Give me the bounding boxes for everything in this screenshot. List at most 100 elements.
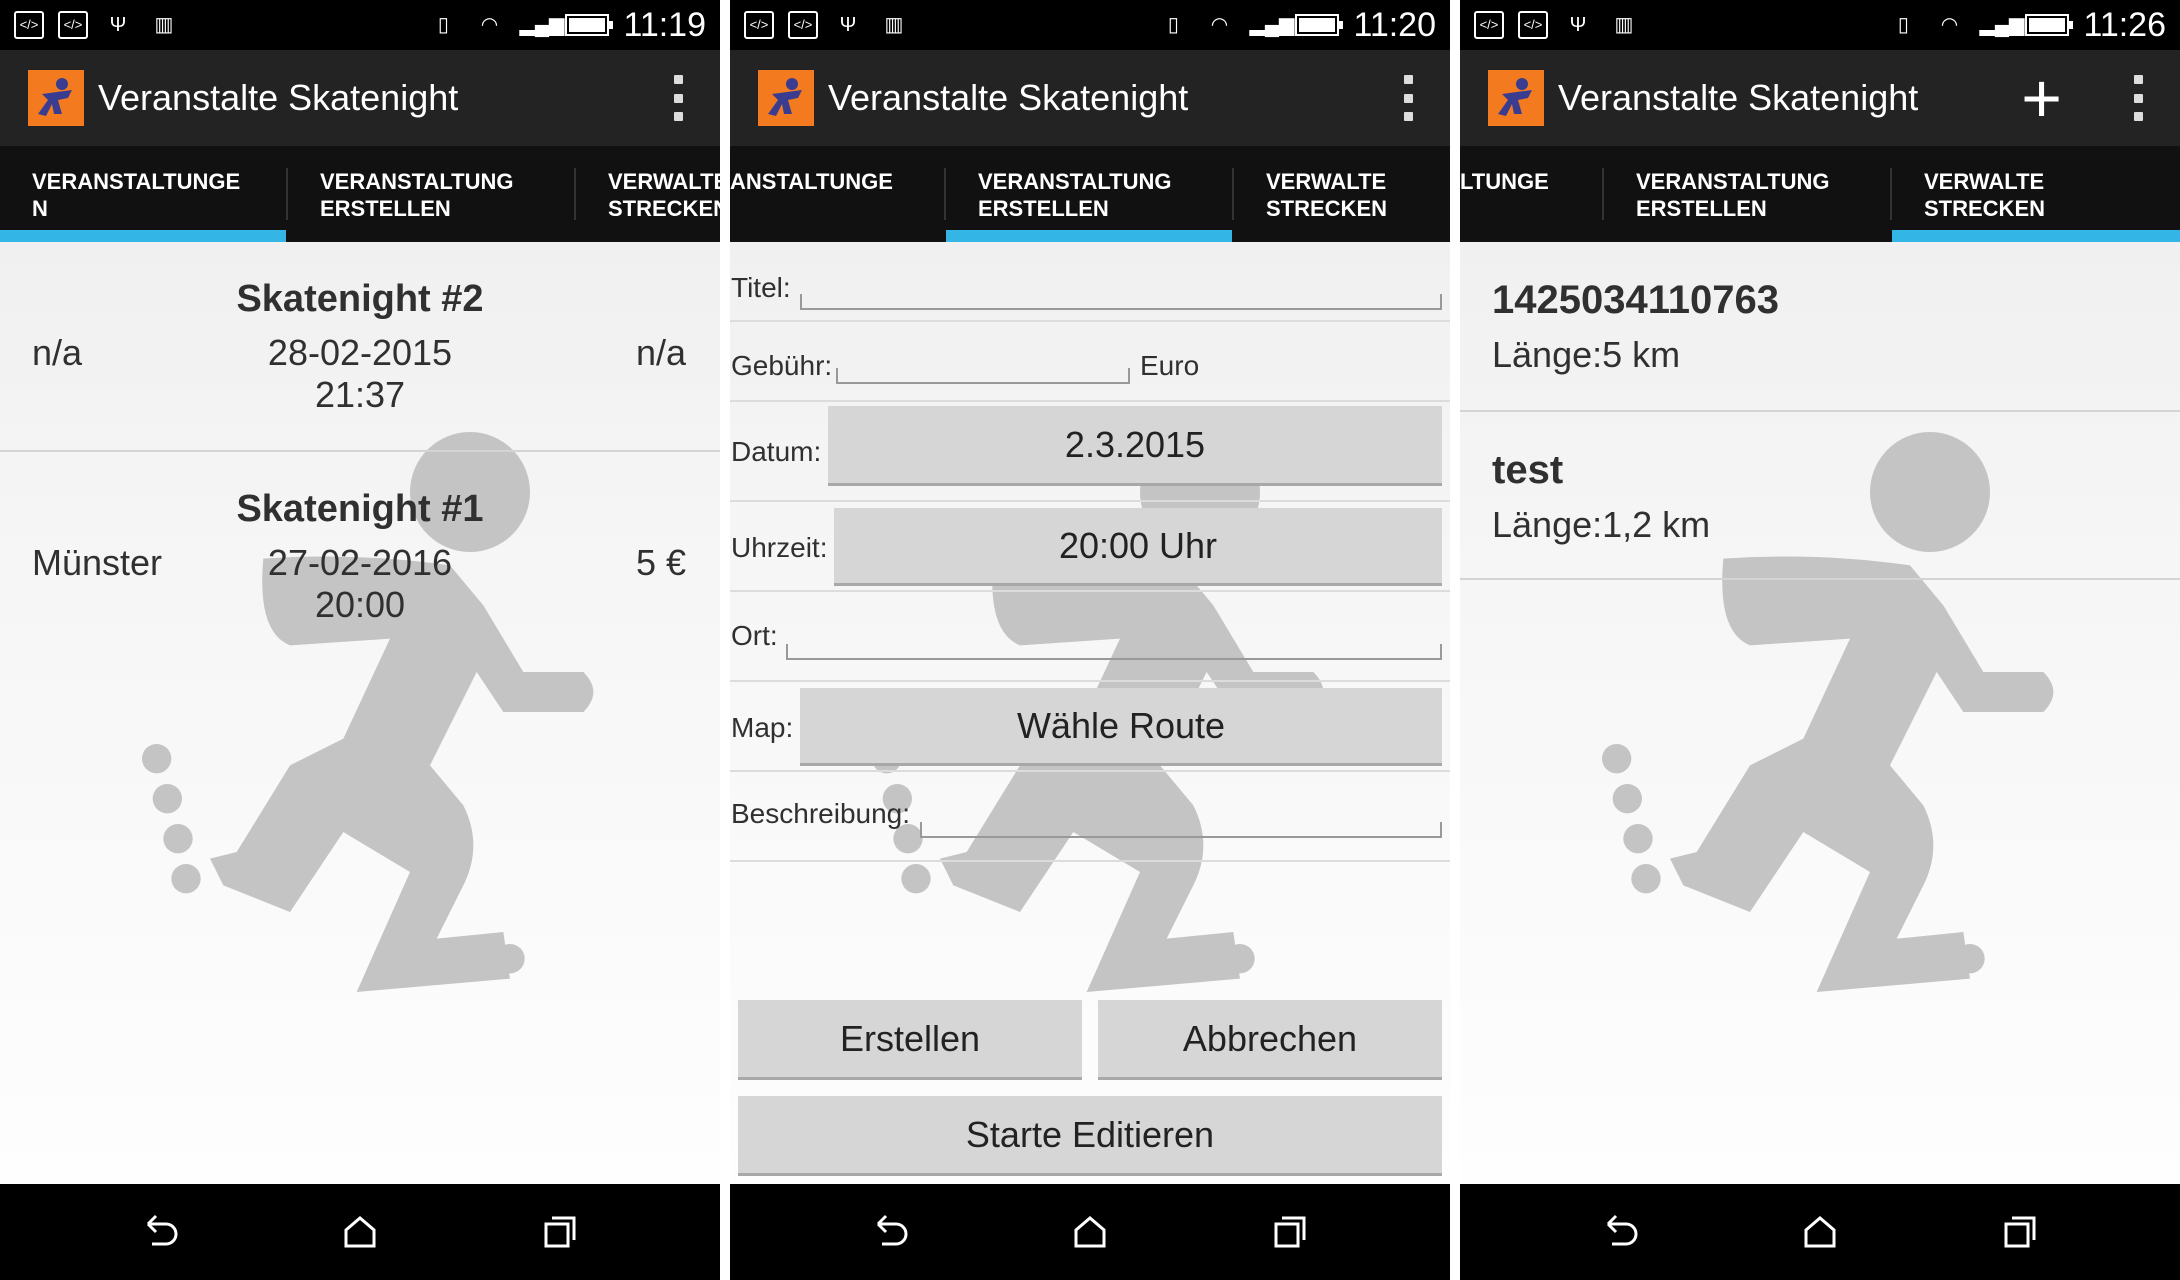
- back-icon[interactable]: [1596, 1208, 1644, 1256]
- status-time: 11:26: [2083, 5, 2166, 44]
- event-fee: n/a: [635, 332, 686, 373]
- debug-icon: </>: [744, 11, 774, 39]
- barcode-icon: ▥: [1614, 14, 1634, 36]
- battery-icon: [2025, 14, 2074, 36]
- tab-bar: LTUNGE VERANSTALTUNG ERSTELLEN VERWALTE …: [1460, 146, 2180, 242]
- wifi-icon: ◠: [1940, 14, 1959, 36]
- description-row: Beschreibung:: [730, 772, 1450, 862]
- vibrate-icon: ▯: [437, 14, 449, 36]
- action-bar: Veranstalte Skatenight +: [1460, 50, 2180, 146]
- event-date: 27-02-2016: [267, 542, 453, 583]
- place-row: Ort:: [730, 592, 1450, 682]
- debug-icon: </>: [1474, 11, 1504, 39]
- time-row: Uhrzeit: 20:00 Uhr: [730, 502, 1450, 592]
- debug-icon: </>: [1518, 11, 1548, 39]
- tab-veranstaltung-erstellen[interactable]: VERANSTALTUNG ERSTELLEN: [946, 146, 1232, 242]
- routes-list: 1425034110763 Länge:5 km test Länge:1,2 …: [1460, 242, 2180, 1184]
- action-bar: Veranstalte Skatenight: [0, 50, 720, 146]
- title-input[interactable]: [800, 294, 1442, 310]
- event-location: n/a: [32, 332, 83, 373]
- tab-verwalte-strecken[interactable]: VERWALTE STRECKEN: [576, 146, 720, 242]
- back-icon[interactable]: [866, 1208, 914, 1256]
- date-row: Datum: 2.3.2015: [730, 402, 1450, 502]
- tab-indicator: [946, 230, 1232, 242]
- route-length: Länge:1,2 km: [1492, 504, 1711, 545]
- app-title: Veranstalte Skatenight: [1558, 77, 1919, 118]
- fee-unit: Euro: [1140, 350, 1200, 381]
- debug-icon: </>: [788, 11, 818, 39]
- event-title: Skatenight #2: [236, 278, 484, 320]
- tab-veranstaltungen[interactable]: ANSTALTUNGE: [730, 146, 944, 242]
- recents-icon[interactable]: [536, 1208, 584, 1256]
- tab-indicator: [1892, 230, 2180, 242]
- list-item-route[interactable]: 1425034110763 Länge:5 km: [1460, 242, 2180, 412]
- navigation-bar: [730, 1184, 1450, 1280]
- screen-events-list: </> </> Ψ ▥ ▯ ◠ ▂▄▆ 11:19 Veranstalte Sk…: [0, 0, 720, 1280]
- place-label: Ort:: [731, 620, 778, 651]
- event-fee: 5 €: [635, 542, 686, 583]
- choose-route-button[interactable]: Wähle Route: [800, 688, 1442, 766]
- create-event-form: Titel: Gebühr: Euro Datum: 2.3.2015 Uhrz…: [730, 242, 1450, 1184]
- route-length: Länge:5 km: [1492, 334, 1681, 375]
- start-editing-button[interactable]: Starte Editieren: [738, 1096, 1442, 1176]
- back-icon[interactable]: [136, 1208, 184, 1256]
- list-item-route[interactable]: test Länge:1,2 km: [1460, 412, 2180, 580]
- list-item-event[interactable]: Skatenight #2 n/a 28-02-2015 21:37 n/a: [0, 242, 720, 452]
- app-logo[interactable]: [28, 70, 84, 126]
- battery-icon: [1295, 14, 1344, 36]
- description-input[interactable]: [920, 822, 1442, 838]
- wifi-icon: ◠: [480, 14, 499, 36]
- tab-verwalte-strecken[interactable]: VERWALTE STRECKEN: [1892, 146, 2180, 242]
- place-input[interactable]: [786, 644, 1442, 660]
- fee-input[interactable]: [836, 368, 1130, 384]
- fee-label: Gebühr:: [731, 350, 833, 381]
- app-logo[interactable]: [1488, 70, 1544, 126]
- status-bar: </> </> Ψ ▥ ▯ ◠ ▂▄▆ 11:20: [730, 0, 1450, 50]
- route-name: 1425034110763: [1492, 278, 1779, 322]
- time-picker-button[interactable]: 20:00 Uhr: [834, 508, 1442, 586]
- event-date: 28-02-2015: [267, 332, 453, 373]
- description-label: Beschreibung:: [731, 798, 911, 829]
- app-logo[interactable]: [758, 70, 814, 126]
- event-location: Münster: [32, 542, 163, 583]
- barcode-icon: ▥: [884, 14, 904, 36]
- tab-verwalte-strecken[interactable]: VERWALTE STRECKEN: [1234, 146, 1450, 242]
- tab-veranstaltungen[interactable]: VERANSTALTUNGE N: [0, 146, 286, 242]
- screen-create-event: </> </> Ψ ▥ ▯ ◠ ▂▄▆ 11:20 Veranstalte Sk…: [730, 0, 1450, 1280]
- tab-bar: VERANSTALTUNGE N VERANSTALTUNG ERSTELLEN…: [0, 146, 720, 242]
- create-button[interactable]: Erstellen: [738, 1000, 1082, 1080]
- home-icon[interactable]: [1796, 1208, 1844, 1256]
- navigation-bar: [0, 1184, 720, 1280]
- overflow-menu-icon[interactable]: [2132, 75, 2144, 121]
- debug-icon: </>: [58, 11, 88, 39]
- tab-bar: ANSTALTUNGE VERANSTALTUNG ERSTELLEN VERW…: [730, 146, 1450, 242]
- overflow-menu-icon[interactable]: [1402, 75, 1414, 121]
- debug-icon: </>: [14, 11, 44, 39]
- tab-veranstaltung-erstellen[interactable]: VERANSTALTUNG ERSTELLEN: [1604, 146, 1890, 242]
- tab-indicator: [0, 230, 286, 242]
- add-icon[interactable]: +: [2021, 63, 2062, 133]
- action-bar: Veranstalte Skatenight: [730, 50, 1450, 146]
- navigation-bar: [1460, 1184, 2180, 1280]
- vibrate-icon: ▯: [1167, 14, 1179, 36]
- route-name: test: [1492, 448, 1564, 492]
- recents-icon[interactable]: [1266, 1208, 1314, 1256]
- date-label: Datum:: [731, 436, 822, 467]
- home-icon[interactable]: [336, 1208, 384, 1256]
- usb-icon: Ψ: [109, 14, 127, 36]
- tab-veranstaltungen[interactable]: LTUNGE: [1460, 146, 1602, 242]
- home-icon[interactable]: [1066, 1208, 1114, 1256]
- status-time: 11:19: [623, 5, 706, 44]
- recents-icon[interactable]: [1996, 1208, 2044, 1256]
- time-label: Uhrzeit:: [731, 532, 828, 563]
- list-item-event[interactable]: Skatenight #1 Münster 27-02-2016 20:00 5…: [0, 452, 720, 652]
- overflow-menu-icon[interactable]: [672, 75, 684, 121]
- tab-veranstaltung-erstellen[interactable]: VERANSTALTUNG ERSTELLEN: [288, 146, 574, 242]
- date-picker-button[interactable]: 2.3.2015: [828, 406, 1442, 486]
- title-row: Titel:: [730, 242, 1450, 322]
- barcode-icon: ▥: [154, 14, 174, 36]
- usb-icon: Ψ: [1569, 14, 1587, 36]
- cancel-button[interactable]: Abbrechen: [1098, 1000, 1442, 1080]
- title-label: Titel:: [731, 272, 791, 303]
- signal-icon: ▂▄▆: [1979, 14, 2025, 36]
